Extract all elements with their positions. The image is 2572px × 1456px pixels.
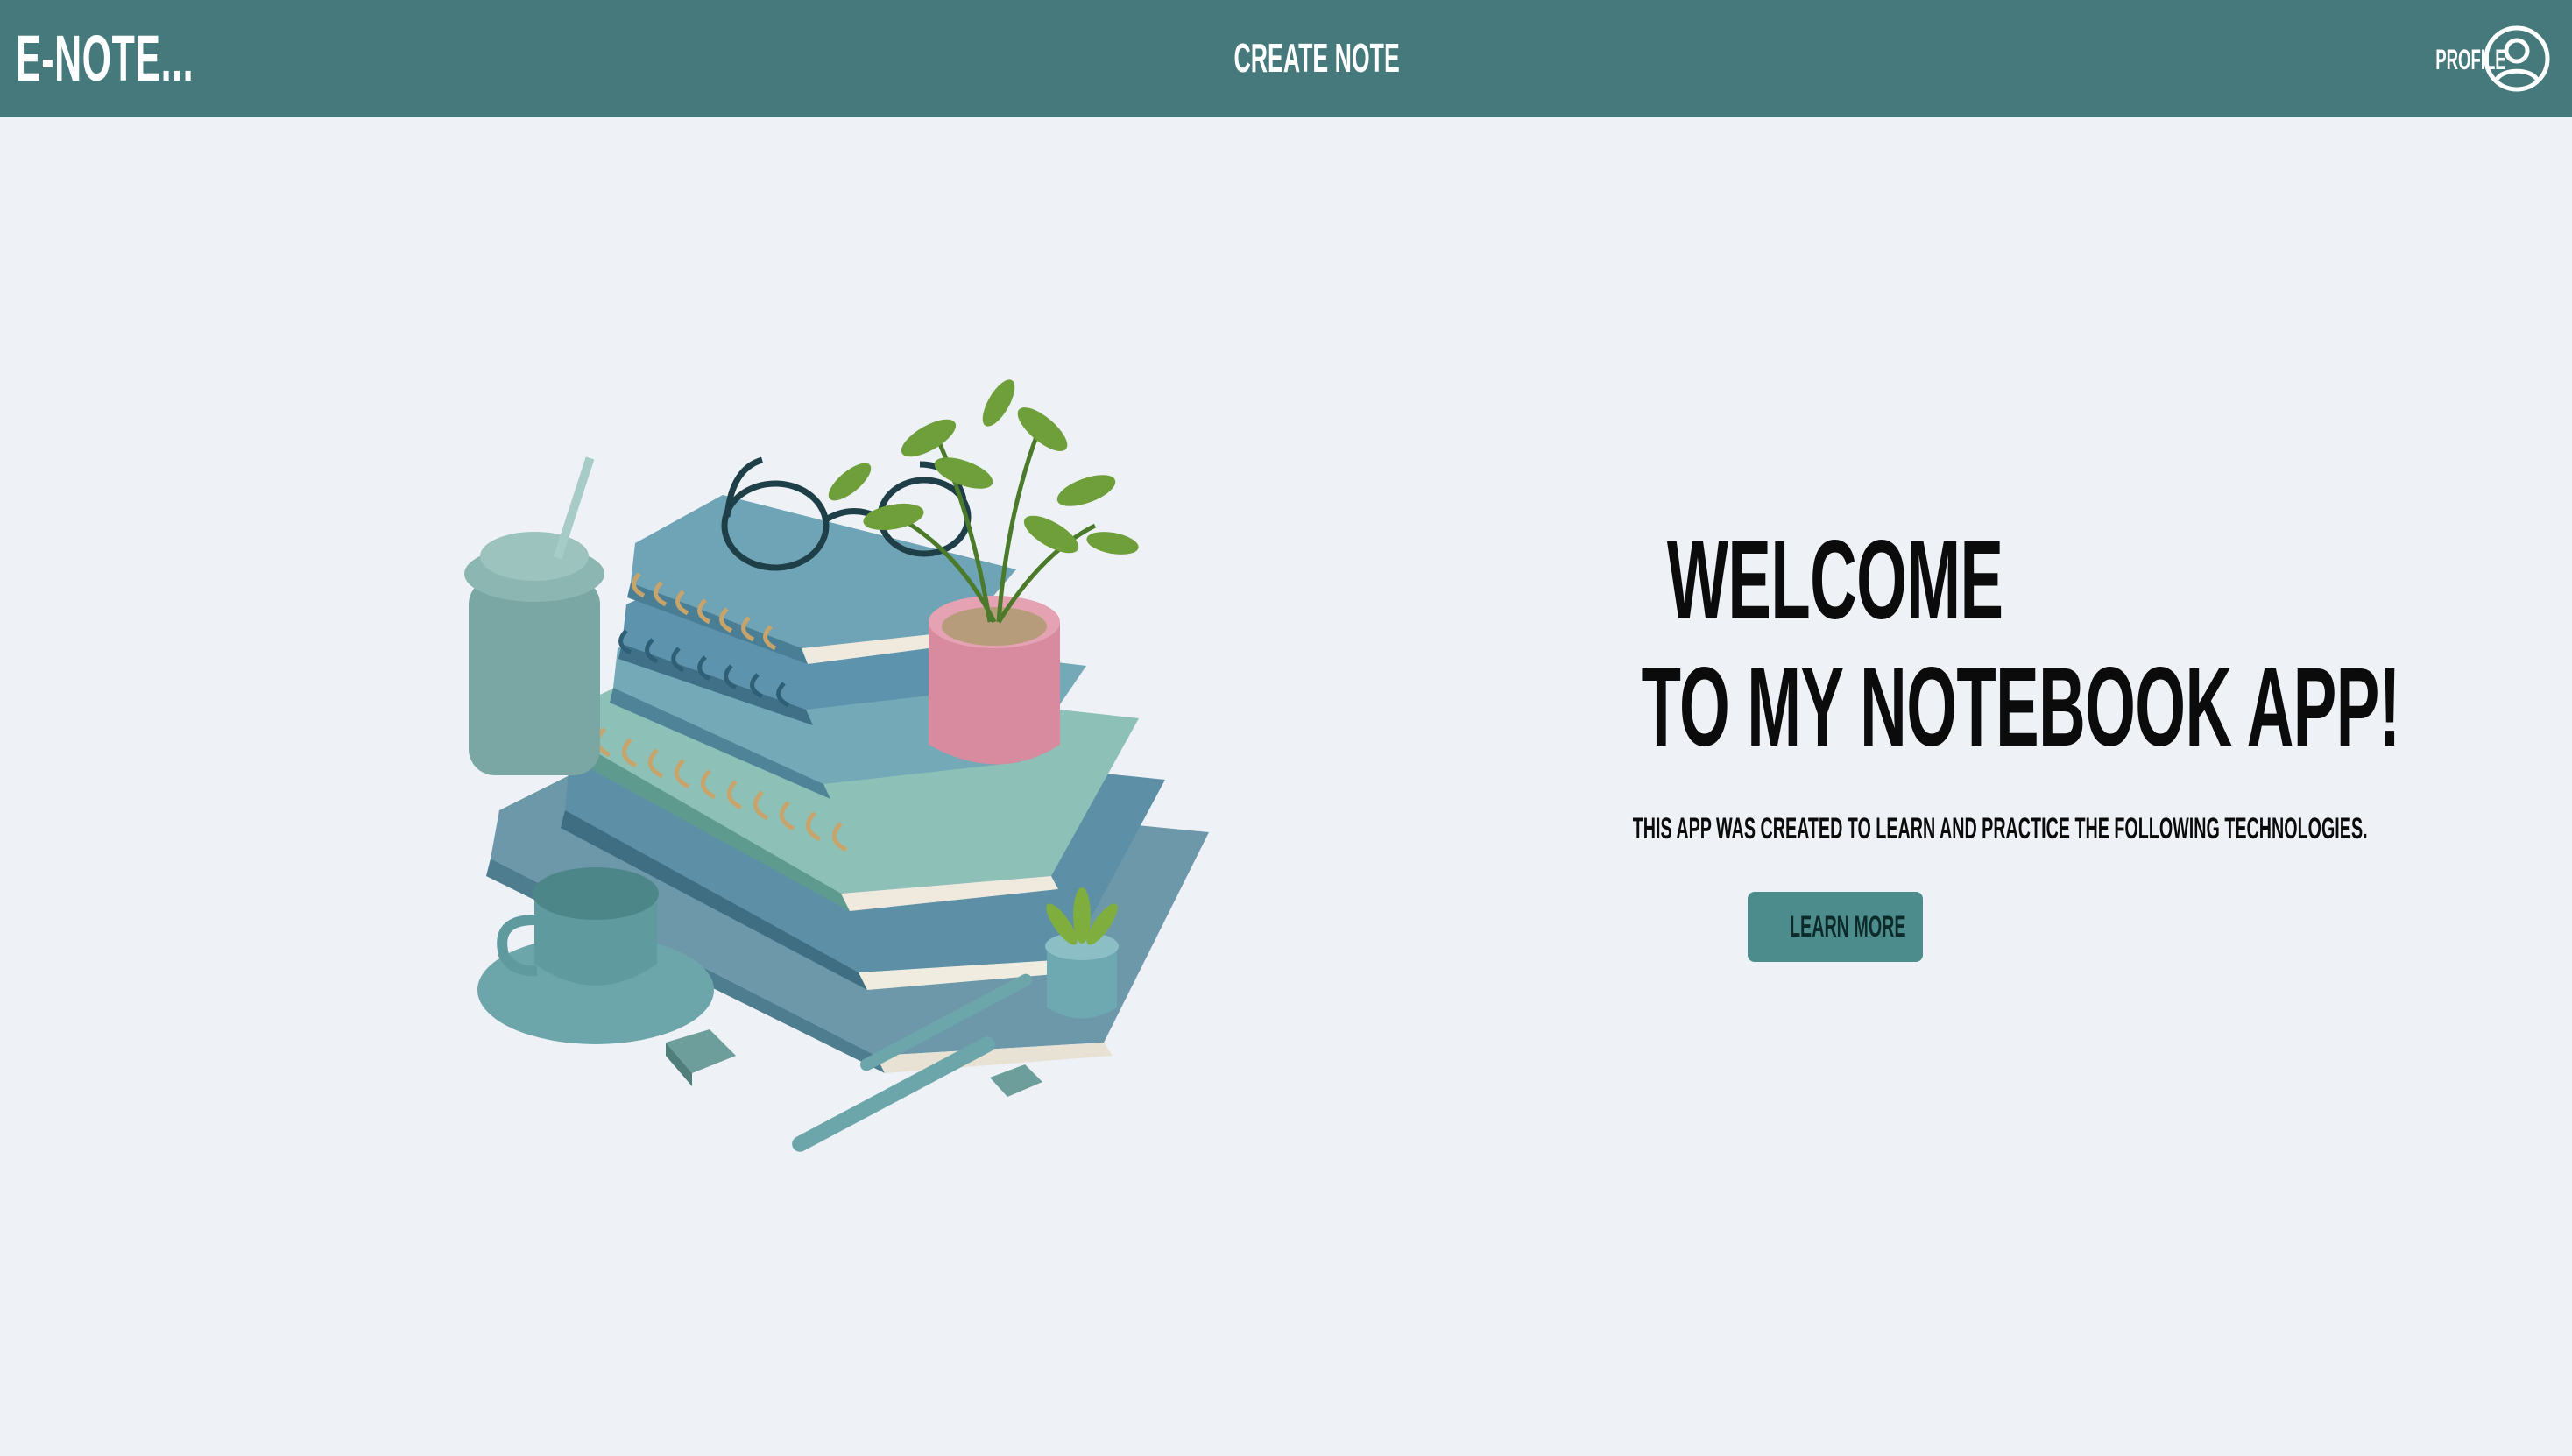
cup-icon [464, 456, 604, 775]
notebook-illustration [464, 379, 1209, 1152]
hero-section: WELCOME TO MY NOTEBOOK APP! THIS APP WAS… [1367, 517, 2401, 962]
brand-text: E-NOTE... [16, 22, 194, 95]
profile-link[interactable]: PROFILE [2376, 21, 2551, 96]
hero-title-line2: TO MY NOTEBOOK APP! [1641, 645, 2401, 770]
brand-logo[interactable]: E-NOTE... [16, 21, 208, 96]
learn-more-label: LEARN MORE [1789, 910, 1906, 944]
succulent-icon [1045, 887, 1119, 1019]
navbar: E-NOTE... CREATE NOTE PROFILE [0, 0, 2572, 117]
create-note-label: CREATE NOTE [1233, 35, 1400, 81]
profile-label-wrap: PROFILE [2385, 42, 2505, 77]
hero-title-line1-wrap: WELCOME [1367, 517, 2304, 644]
hero-title-line1: WELCOME [1667, 518, 2003, 643]
create-note-link[interactable]: CREATE NOTE [1174, 32, 1428, 84]
hero-subtitle: THIS APP WAS CREATED TO LEARN AND PRACTI… [1632, 812, 2368, 845]
hero-title-line2-wrap: TO MY NOTEBOOK APP! [1367, 644, 2401, 771]
hero-subtitle-wrap: THIS APP WAS CREATED TO LEARN AND PRACTI… [1367, 809, 2368, 848]
user-circle-icon [2484, 25, 2550, 92]
learn-more-button[interactable]: LEARN MORE [1748, 892, 1923, 962]
